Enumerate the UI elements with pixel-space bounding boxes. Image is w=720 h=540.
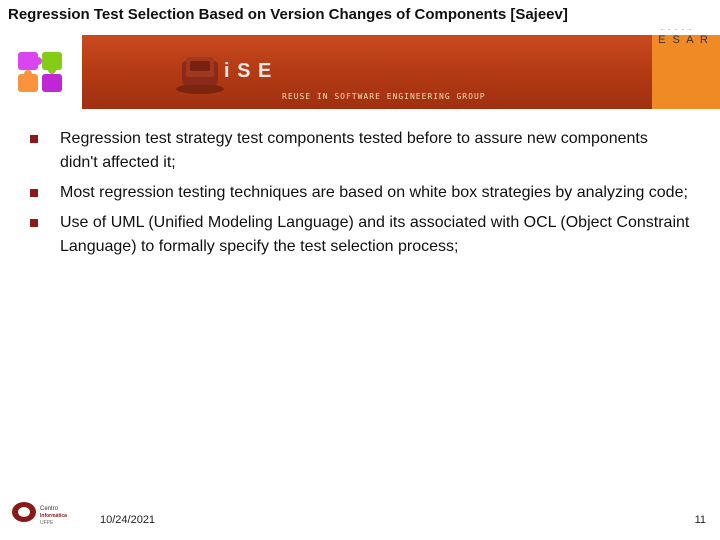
svg-text:UFPE: UFPE (40, 520, 54, 526)
footer-date: 10/24/2021 (100, 514, 155, 526)
content-area: Regression test strategy test components… (0, 109, 720, 259)
puzzle-icon (16, 50, 66, 94)
cesar-text: C E S A R (643, 34, 710, 46)
list-item: Regression test strategy test components… (30, 127, 690, 175)
cesar-logo: . . . . . C E S A R (643, 22, 710, 46)
list-item: Use of UML (Unified Modeling Language) a… (30, 211, 690, 259)
bullet-text: Regression test strategy test components… (60, 127, 690, 175)
bullet-icon (30, 219, 38, 227)
banner-mid: R i S E REUSE IN SOFTWARE ENGINEERING GR… (82, 35, 652, 109)
banner-subtitle: REUSE IN SOFTWARE ENGINEERING GROUP (282, 92, 486, 101)
slide-title: Regression Test Selection Based on Versi… (0, 0, 640, 25)
centro-informatica-logo: Centro Informática UFPE (10, 494, 72, 530)
cesar-dots: . . . . . (643, 22, 710, 32)
svg-text:Informática: Informática (40, 513, 67, 519)
page-number: 11 (695, 514, 706, 526)
stone-icon (172, 49, 228, 95)
bullet-icon (30, 189, 38, 197)
bullet-icon (30, 135, 38, 143)
svg-text:Centro: Centro (40, 506, 59, 512)
bullet-text: Use of UML (Unified Modeling Language) a… (60, 211, 690, 259)
bullet-text: Most regression testing techniques are b… (60, 181, 688, 205)
banner-left (0, 35, 82, 109)
banner: R i S E REUSE IN SOFTWARE ENGINEERING GR… (0, 35, 720, 109)
list-item: Most regression testing techniques are b… (30, 181, 690, 205)
